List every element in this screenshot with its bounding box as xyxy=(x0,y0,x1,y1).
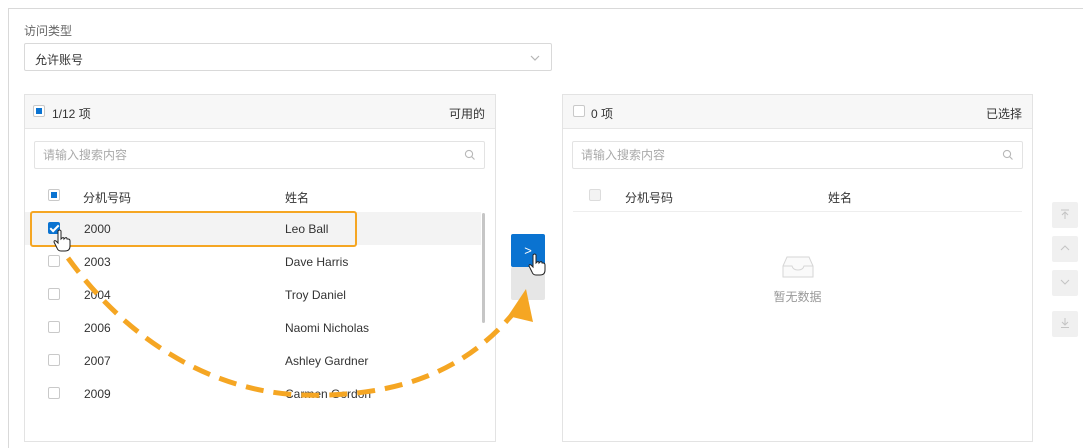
empty-text: 暂无数据 xyxy=(773,290,822,304)
search-icon xyxy=(464,149,476,164)
selected-column-header-name: 姓名 xyxy=(828,191,853,205)
search-icon xyxy=(1002,149,1014,164)
row-checkbox[interactable] xyxy=(48,321,60,333)
row-name: Leo Ball xyxy=(285,222,329,236)
row-checkbox[interactable] xyxy=(48,288,60,300)
available-list-scrollbar[interactable] xyxy=(482,213,485,323)
move-up-icon xyxy=(1059,242,1071,257)
header-divider xyxy=(573,211,1022,212)
move-down-button[interactable] xyxy=(1052,270,1078,296)
available-panel: 1/12 项 可用的 分机号码 姓名 2000 Leo Ball 2003 Da… xyxy=(24,94,496,442)
row-name: Carmen Gordon xyxy=(285,387,372,401)
row-name: Naomi Nicholas xyxy=(285,321,370,335)
available-search-box[interactable] xyxy=(34,141,485,169)
row-name: Troy Daniel xyxy=(285,288,346,302)
chevron-down-icon xyxy=(529,52,541,66)
row-ext: 2006 xyxy=(84,321,111,335)
hand-cursor-icon xyxy=(53,229,71,252)
table-row[interactable]: 2009 Carmen Gordon xyxy=(25,377,481,410)
column-header-name: 姓名 xyxy=(285,191,310,205)
selected-panel-header: 0 项 已选择 xyxy=(563,95,1032,129)
row-ext: 2003 xyxy=(84,255,111,269)
move-top-icon xyxy=(1059,208,1071,223)
table-row[interactable]: 2004 Troy Daniel xyxy=(25,278,481,311)
inbox-icon xyxy=(781,256,815,282)
move-bottom-button[interactable] xyxy=(1052,311,1078,337)
available-count: 1/12 项 xyxy=(52,107,91,121)
row-checkbox[interactable] xyxy=(48,387,60,399)
selected-search-box[interactable] xyxy=(572,141,1023,169)
move-up-button[interactable] xyxy=(1052,236,1078,262)
table-row[interactable]: 2007 Ashley Gardner xyxy=(25,344,481,377)
available-panel-title: 可用的 xyxy=(448,107,485,121)
hand-cursor-icon xyxy=(528,253,546,276)
selected-column-header-ext: 分机号码 xyxy=(625,191,674,205)
row-ext: 2009 xyxy=(84,387,111,401)
move-bottom-icon xyxy=(1059,317,1071,332)
access-type-select[interactable]: 允许账号 xyxy=(24,43,552,71)
access-type-label: 访问类型 xyxy=(24,24,73,38)
row-name: Dave Harris xyxy=(285,255,349,269)
row-ext: 2004 xyxy=(84,288,111,302)
available-panel-header: 1/12 项 可用的 xyxy=(25,95,495,129)
empty-state: 暂无数据 xyxy=(563,255,1032,305)
select-all-available-checkbox[interactable] xyxy=(33,105,45,117)
row-checkbox[interactable] xyxy=(48,354,60,366)
row-ext: 2000 xyxy=(84,222,111,236)
move-down-icon xyxy=(1059,276,1071,291)
table-row[interactable]: 2003 Dave Harris xyxy=(25,245,481,278)
row-name: Ashley Gardner xyxy=(285,354,369,368)
selected-panel: 0 项 已选择 分机号码 姓名 暂无数据 xyxy=(562,94,1033,442)
table-row[interactable]: 2006 Naomi Nicholas xyxy=(25,311,481,344)
select-all-selected-checkbox[interactable] xyxy=(573,105,585,117)
table-row[interactable]: 2000 Leo Ball xyxy=(25,212,481,245)
column-header-ext: 分机号码 xyxy=(83,191,132,205)
move-top-button[interactable] xyxy=(1052,202,1078,228)
available-search-input[interactable] xyxy=(35,142,484,168)
header-row-checkbox[interactable] xyxy=(48,189,60,201)
row-checkbox[interactable] xyxy=(48,255,60,267)
access-type-value: 允许账号 xyxy=(35,53,84,67)
selected-header-checkbox xyxy=(589,189,601,201)
selected-count: 0 项 xyxy=(591,107,614,121)
selected-search-input[interactable] xyxy=(573,142,1022,168)
selected-panel-title: 已选择 xyxy=(985,107,1022,121)
row-ext: 2007 xyxy=(84,354,111,368)
